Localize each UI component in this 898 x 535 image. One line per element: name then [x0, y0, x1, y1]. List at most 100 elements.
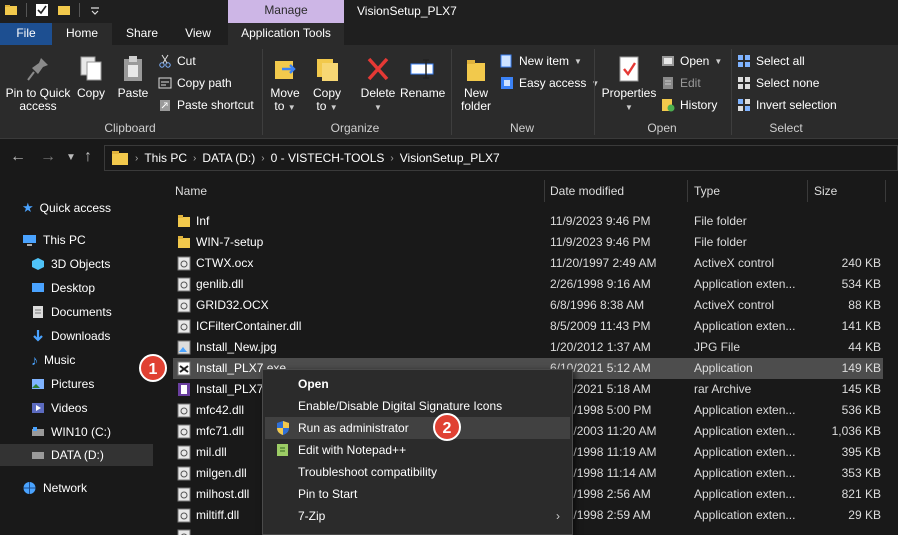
copy-path-button[interactable]: Copy path: [158, 74, 232, 92]
sidebar-item-win10-drive[interactable]: WIN10 (C:): [31, 421, 111, 443]
context-menu-edit-notepadpp[interactable]: Edit with Notepad++: [265, 439, 570, 461]
sidebar-item-documents[interactable]: Documents: [31, 301, 112, 323]
forward-arrow-icon[interactable]: →: [40, 148, 56, 166]
sidebar-item-downloads[interactable]: Downloads: [31, 325, 110, 347]
select-group-label: Select: [769, 121, 803, 135]
properties-label: Properties: [601, 86, 657, 100]
tab-application-tools[interactable]: Application Tools: [228, 23, 344, 45]
column-header-type[interactable]: Type: [694, 184, 720, 198]
table-row[interactable]: genlib.dll 2/26/1998 9:16 AM Application e…: [173, 274, 883, 295]
sidebar-item-music[interactable]: ♪ Music: [31, 349, 75, 371]
sidebar-item-label: Downloads: [51, 329, 111, 343]
copy-button[interactable]: Copy: [74, 55, 108, 100]
context-menu-troubleshoot[interactable]: Troubleshoot compatibility: [265, 461, 570, 483]
select-none-label: Select none: [756, 76, 820, 90]
sidebar-item-data-drive[interactable]: DATA (D:): [0, 444, 153, 466]
context-menu-pin-to-start[interactable]: Pin to Start: [265, 483, 570, 505]
file-icon: [177, 529, 191, 535]
sidebar-item-this-pc[interactable]: This PC: [22, 229, 86, 251]
sidebar-item-3d-objects[interactable]: 3D Objects: [31, 253, 110, 275]
table-row[interactable]: ICFilterContainer.dll 8/5/2009 11:43 PM Ap…: [173, 316, 883, 337]
tab-home[interactable]: Home: [52, 23, 112, 45]
history-button[interactable]: History: [661, 96, 717, 114]
tab-share[interactable]: Share: [116, 23, 168, 45]
copy-to-label-2: to: [316, 99, 327, 113]
edit-button[interactable]: Edit: [661, 74, 701, 92]
breadcrumb-this-pc[interactable]: This PC: [138, 151, 193, 165]
up-arrow-icon[interactable]: ↑: [84, 148, 92, 166]
column-header-size[interactable]: Size: [814, 184, 837, 198]
sidebar-item-pictures[interactable]: Pictures: [31, 373, 94, 395]
properties-button[interactable]: Properties ▼: [600, 55, 658, 114]
properties-check-icon[interactable]: [35, 3, 49, 17]
manage-context-tab[interactable]: Manage: [228, 0, 344, 23]
sidebar-item-label: DATA (D:): [51, 448, 104, 462]
sidebar-item-desktop[interactable]: Desktop: [31, 277, 95, 299]
open-label: Open: [680, 54, 710, 68]
file-type: Application exten...: [694, 424, 796, 438]
chevron-down-icon: ▼: [591, 78, 600, 88]
sidebar-item-label: Videos: [51, 401, 88, 415]
new-folder-button[interactable]: New folder: [456, 55, 496, 113]
delete-label: Delete: [360, 86, 396, 100]
breadcrumb-data-drive[interactable]: DATA (D:): [196, 151, 261, 165]
move-to-button[interactable]: Move to ▼: [268, 55, 302, 114]
folder-icon[interactable]: [4, 3, 18, 17]
table-row[interactable]: Install_New.jpg 1/20/2012 1:37 AM JPG File…: [173, 337, 883, 358]
customize-toolbar-icon[interactable]: [88, 3, 102, 17]
paste-shortcut-button[interactable]: Paste shortcut: [158, 96, 254, 114]
column-header-date-modified[interactable]: Date modified: [550, 184, 624, 198]
context-menu-digital-signature[interactable]: Enable/Disable Digital Signature Icons: [265, 395, 570, 417]
sidebar-item-quick-access[interactable]: ★ Quick access: [22, 197, 111, 219]
sidebar-item-network[interactable]: Network: [22, 477, 87, 499]
delete-button[interactable]: Delete ▼: [358, 55, 398, 114]
tab-view[interactable]: View: [174, 23, 222, 45]
divider[interactable]: [807, 180, 808, 202]
sidebar-item-videos[interactable]: Videos: [31, 397, 87, 419]
step-badge-2: 2: [433, 413, 461, 441]
file-name: GRID32.OCX: [196, 298, 269, 312]
divider[interactable]: [687, 180, 688, 202]
back-arrow-icon[interactable]: ←: [10, 148, 26, 166]
star-icon: ★: [22, 200, 34, 215]
new-folder-icon[interactable]: [57, 3, 71, 17]
paste-button[interactable]: Paste: [116, 55, 150, 100]
address-bar[interactable]: › This PC › DATA (D:) › 0 - VISTECH-TOOL…: [104, 145, 898, 171]
history-icon: [662, 99, 675, 112]
tab-file[interactable]: File: [0, 23, 52, 45]
divider[interactable]: [544, 180, 545, 202]
table-row[interactable]: CTWX.ocx 11/20/1997 2:49 AM ActiveX contro…: [173, 253, 883, 274]
easy-access-button[interactable]: Easy access ▼: [500, 74, 599, 92]
table-row[interactable]: WIN-7-setup 11/9/2023 9:46 PM File folder: [173, 232, 883, 253]
table-row[interactable]: Inf 11/9/2023 9:46 PM File folder: [173, 211, 883, 232]
easy-access-label: Easy access: [519, 76, 587, 90]
select-none-button[interactable]: Select none: [737, 74, 819, 92]
new-item-button[interactable]: New item ▼: [500, 52, 582, 70]
sidebar-item-label: Music: [44, 353, 76, 367]
file-name: Install_New.jpg: [196, 340, 277, 354]
breadcrumb-visionsetup[interactable]: VisionSetup_PLX7: [394, 151, 506, 165]
select-all-button[interactable]: Select all: [737, 52, 805, 70]
table-row[interactable]: GRID32.OCX 6/8/1996 8:38 AM ActiveX contro…: [173, 295, 883, 316]
pin-label-line1: Pin to Quick: [5, 86, 71, 100]
copy-to-button[interactable]: Copy to ▼: [310, 55, 344, 114]
file-name: genlib.dll: [196, 277, 244, 291]
context-menu-open[interactable]: Open: [265, 373, 570, 395]
recent-locations-chevron-icon[interactable]: ▼: [66, 152, 76, 163]
rename-button[interactable]: Rename: [400, 55, 445, 100]
breadcrumb-vistech-tools[interactable]: 0 - VISTECH-TOOLS: [265, 151, 391, 165]
invert-selection-label: Invert selection: [756, 98, 837, 112]
context-menu-7zip[interactable]: 7-Zip ›: [265, 505, 570, 527]
cut-button[interactable]: Cut: [158, 52, 196, 70]
paste-shortcut-icon: [160, 100, 170, 111]
column-header-name[interactable]: Name: [175, 184, 207, 198]
divider: [79, 3, 80, 17]
pin-to-quick-access-button[interactable]: Pin to Quick access: [4, 55, 72, 113]
invert-selection-button[interactable]: Invert selection: [737, 96, 837, 114]
context-menu-cut-off-item[interactable]: [265, 527, 570, 535]
context-menu-run-as-administrator[interactable]: Run as administrator: [265, 417, 570, 439]
window-title: VisionSetup_PLX7: [357, 4, 457, 18]
open-button[interactable]: Open ▼: [661, 52, 722, 70]
divider[interactable]: [885, 180, 886, 202]
new-folder-label-1: New: [463, 86, 488, 100]
